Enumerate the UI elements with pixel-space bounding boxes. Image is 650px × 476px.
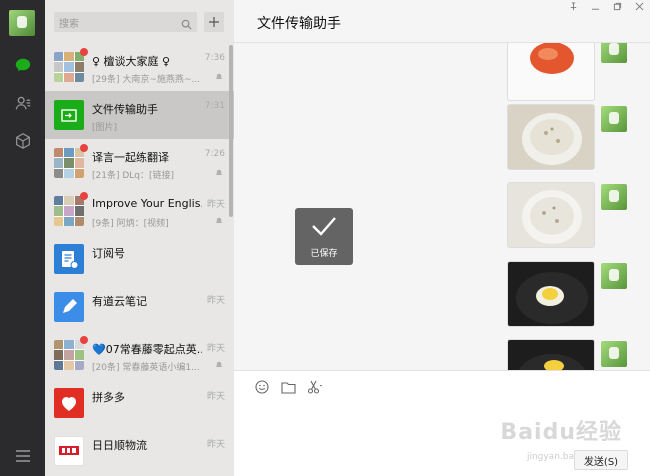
saved-toast: 已保存 (295, 208, 353, 265)
my-avatar[interactable] (601, 263, 627, 289)
search-input[interactable]: 搜索 (54, 12, 197, 32)
file-transfer-avatar (54, 100, 84, 130)
chat-item[interactable]: ♀ 檀谈大家庭 ♀ [29条] 大南京~施燕燕~... 7:36 (45, 43, 234, 91)
group-avatar (54, 148, 84, 178)
my-avatar[interactable] (601, 184, 627, 210)
chat-time: 7:26 (204, 149, 225, 159)
add-button[interactable] (204, 12, 224, 32)
image-message[interactable] (507, 261, 595, 327)
chat-items: ♀ 檀谈大家庭 ♀ [29条] 大南京~施燕燕~... 7:36 文件传输助手 … (45, 43, 234, 475)
pinduoduo-avatar (54, 388, 84, 418)
youdao-note-avatar (54, 292, 84, 322)
chat-item-subscriptions[interactable]: 订阅号 (45, 235, 234, 283)
chat-icon[interactable] (0, 50, 45, 80)
my-avatar[interactable] (601, 106, 627, 132)
pen-icon (63, 299, 77, 313)
chat-name: 译言一起练翻译 (92, 151, 169, 164)
chat-time: 昨天 (206, 200, 225, 210)
chat-name: 拼多多 (92, 391, 125, 404)
maximize-icon[interactable] (606, 0, 628, 12)
window-controls (562, 0, 650, 12)
chat-name: Improve Your Englis... (92, 197, 202, 210)
composer-toolbar (254, 379, 322, 395)
image-message[interactable] (507, 104, 595, 170)
chat-preview: [29条] 大南京~施燕燕~... (92, 75, 201, 85)
chat-item[interactable]: Improve Your Englis... [9条] 阿炳：[视频] 昨天 (45, 187, 234, 235)
nav-rail (0, 0, 45, 476)
chat-preview: [图片] (92, 123, 118, 133)
rrs-logistics-avatar (54, 436, 84, 466)
subscriptions-avatar (54, 244, 84, 274)
chat-time: 7:31 (204, 101, 225, 111)
chat-preview: [21条] DLq：[链接] (92, 171, 175, 181)
chat-item[interactable]: 💙07常春藤零起点英... [20条] 常春藤英语小编1... 昨天 (45, 331, 234, 379)
chat-time: 昨天 (206, 296, 225, 306)
minimize-icon[interactable] (584, 0, 606, 12)
my-avatar[interactable] (601, 341, 627, 367)
chat-list-panel: 搜索 ♀ 檀谈大家庭 ♀ [29条] 大南京~施燕燕~... 7:36 文件传输… (45, 0, 234, 476)
chat-name: 文件传输助手 (92, 103, 158, 116)
unread-dot (80, 144, 88, 152)
menu-icon[interactable] (0, 446, 45, 466)
chat-item-file-transfer[interactable]: 文件传输助手 [图片] 7:31 (45, 91, 234, 139)
wechat-window: 搜索 ♀ 檀谈大家庭 ♀ [29条] 大南京~施燕燕~... 7:36 文件传输… (0, 0, 650, 476)
contacts-icon[interactable] (0, 88, 45, 118)
chat-item[interactable]: 译言一起练翻译 [21条] DLq：[链接] 7:26 (45, 139, 234, 187)
emoji-icon[interactable] (254, 379, 270, 395)
my-avatar[interactable] (601, 43, 627, 63)
folder-icon (61, 109, 77, 122)
chat-preview: [20条] 常春藤英语小编1... (92, 363, 200, 373)
mute-bell-icon (215, 169, 223, 176)
checkmark-icon (312, 217, 336, 236)
image-message[interactable] (507, 339, 595, 370)
search-placeholder: 搜索 (59, 19, 79, 30)
send-button[interactable]: 发送(S) (574, 450, 628, 470)
image-message[interactable] (507, 43, 595, 101)
group-avatar (54, 52, 84, 82)
plus-icon (209, 17, 219, 27)
group-avatar (54, 196, 84, 226)
chat-preview: [9条] 阿炳：[视频] (92, 219, 169, 229)
chat-title: 文件传输助手 (257, 16, 341, 32)
folder-icon[interactable] (280, 379, 296, 395)
chat-item-pinduoduo[interactable]: 拼多多 昨天 (45, 379, 234, 427)
mute-bell-icon (215, 217, 223, 224)
document-icon (62, 251, 79, 269)
heart-icon (62, 397, 76, 411)
scissors-icon[interactable] (306, 379, 322, 395)
toast-label: 已保存 (310, 249, 338, 259)
pin-icon[interactable] (562, 0, 584, 12)
chat-name: 有道云笔记 (92, 295, 147, 308)
chat-name: 日日顺物流 (92, 439, 147, 452)
user-avatar[interactable] (9, 10, 35, 36)
image-message[interactable] (507, 182, 595, 248)
chat-time: 昨天 (206, 440, 225, 450)
mute-bell-icon (215, 361, 223, 368)
chat-name: 订阅号 (92, 247, 125, 260)
unread-dot (80, 48, 88, 56)
unread-dot (80, 192, 88, 200)
chat-panel: 文件传输助手 已保存 Baidu经验 jingyan.baidu.com 发送(… (234, 0, 650, 476)
group-avatar (54, 340, 84, 370)
chat-name: ♀ 檀谈大家庭 ♀ (92, 55, 171, 68)
message-composer[interactable]: Baidu经验 jingyan.baidu.com 发送(S) (234, 370, 650, 476)
unread-dot (80, 336, 88, 344)
chat-time: 7:36 (204, 53, 225, 63)
close-icon[interactable] (628, 0, 650, 12)
search-icon (181, 15, 192, 34)
favorites-cube-icon[interactable] (0, 126, 45, 156)
chat-name: 💙07常春藤零起点英... (92, 343, 202, 356)
chat-list-scrollbar[interactable] (229, 45, 233, 217)
chat-item-rrs[interactable]: 日日顺物流 昨天 (45, 427, 234, 475)
chat-time: 昨天 (206, 392, 225, 402)
rrs-logo-icon (59, 446, 79, 455)
mute-bell-icon (215, 73, 223, 80)
message-area[interactable]: 已保存 (234, 43, 650, 370)
chat-time: 昨天 (206, 344, 225, 354)
watermark-brand: Baidu经验 (500, 420, 622, 445)
chat-item-youdao[interactable]: 有道云笔记 昨天 (45, 283, 234, 331)
